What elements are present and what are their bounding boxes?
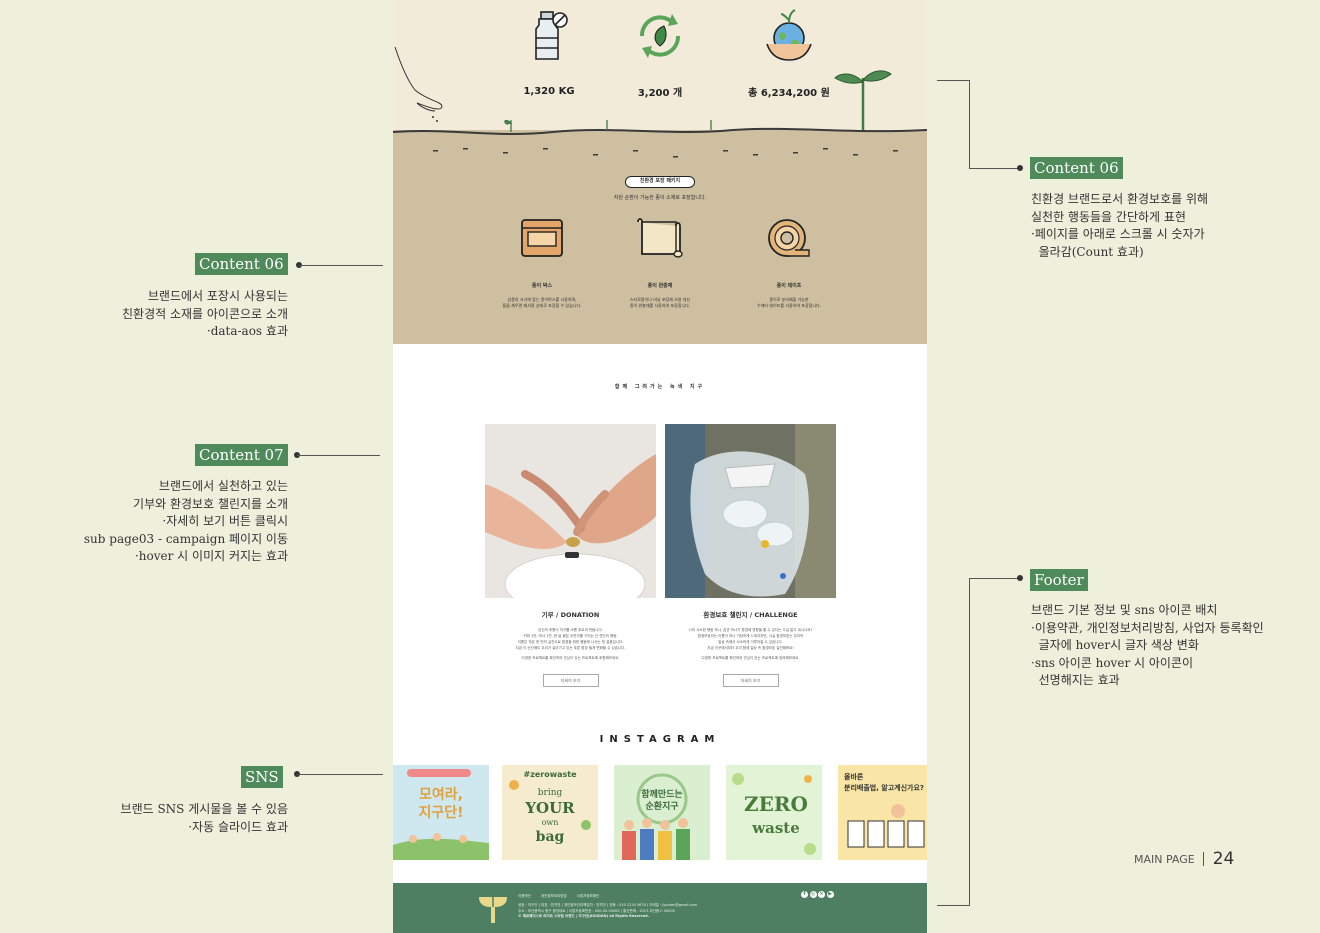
paper-cushion-icon: [637, 218, 683, 258]
instagram-post-text: 모여라,: [419, 786, 463, 803]
instagram-post-text: waste: [751, 819, 800, 837]
site-footer: 이용약관 개인정보처리방침 사업자정보확인 상호 : 지구단 | 대표 : 민지…: [393, 883, 927, 933]
svg-text:YOUR: YOUR: [524, 799, 575, 817]
stat-item: 3,200 개: [590, 8, 730, 99]
connector-dot: [1017, 165, 1023, 171]
earth-hands-icon: [766, 9, 812, 61]
packaging-item: 종이 테이프 종이로 분리배출 가능한 수에터 테이프를 사용하여 포장합니다.: [724, 214, 854, 309]
twitter-icon[interactable]: ×: [818, 891, 825, 898]
instagram-post-text: 순환지구: [645, 800, 678, 812]
page-number: MAIN PAGE 24: [1134, 849, 1235, 869]
connector-dot: [1017, 575, 1023, 581]
campaign-card-challenge[interactable]: 환경보호 챌린지 / CHALLENGE 나의 사소한 행동 하나, 습관 하나…: [665, 424, 836, 687]
instagram-post-text: 지구단!: [418, 804, 463, 821]
annotation-tag-content06-left: Content 06: [195, 253, 288, 275]
brand-logo-icon: [479, 896, 507, 923]
instagram-post[interactable]: 함께만드는 순환지구: [614, 765, 710, 860]
campaign-card-text: 당신의 후원이 지구를 아름 푸르게 만듭니다. 커피 1잔, 마사 1잔, 한…: [515, 628, 626, 660]
packaging-pill: 친환경 포장 패키지: [625, 176, 695, 188]
footer-link-business-info[interactable]: 사업자정보확인: [577, 894, 600, 899]
instagram-icon[interactable]: ◎: [809, 891, 817, 898]
campaign-card-title: 환경보호 챌린지 / CHALLENGE: [703, 611, 798, 619]
challenge-photo[interactable]: [665, 424, 836, 598]
instagram-post-text: 함께만드는: [641, 788, 682, 800]
instagram-post[interactable]: ZERO waste: [726, 765, 822, 860]
youtube-icon[interactable]: ▶: [826, 891, 834, 898]
instagram-post-text: 분리배출법, 알고계신가요?: [844, 783, 924, 792]
instagram-post-text: 올바른: [844, 772, 864, 781]
annotation-tag-content06-right: Content 06: [1030, 157, 1123, 179]
instagram-post-text: ZERO: [744, 792, 808, 816]
instagram-post[interactable]: 올바른 분리배출법, 알고계신가요?: [838, 765, 927, 860]
annotation-tag-sns: SNS: [241, 766, 283, 788]
svg-text:own: own: [542, 818, 559, 827]
campaign-title: 함께 그려가는 녹색 지구: [614, 384, 706, 390]
plastic-bottle-icon: [535, 11, 568, 60]
stats-section: 1,320 KG 3,200 개 총 6,234,200 원: [393, 0, 927, 140]
paper-tape-icon: [768, 219, 810, 257]
packaging-item-title: 종이 테이프: [776, 283, 802, 289]
footer-links: 이용약관 개인정보처리방침 사업자정보확인: [518, 894, 599, 899]
ground-line-illustration: [393, 120, 927, 170]
packaging-item-desc: 스티로폼이나 비닐 포장재 사용 대신 종이 완충재를 사용하여 포장합니다.: [629, 297, 691, 308]
paper-box-icon: [521, 219, 563, 257]
svg-text:bag: bag: [536, 829, 565, 845]
recycle-icon: [639, 14, 681, 58]
instagram-post[interactable]: 모여라, 지구단!: [393, 765, 489, 860]
packaging-subtitle: 자원 순환이 가능한 종이 소재로 포장합니다.: [613, 195, 707, 201]
packaging-item-title: 종이 박스: [531, 283, 553, 289]
stat-value: 3,200 개: [637, 88, 683, 99]
packaging-item-desc: 종이로 분리배출 가능한 수에터 테이프를 사용하여 포장합니다.: [757, 297, 821, 308]
svg-text:bring: bring: [538, 788, 563, 798]
view-more-button[interactable]: 자세히 보기: [722, 674, 779, 687]
donation-photo[interactable]: [485, 424, 656, 598]
footer-link-terms[interactable]: 이용약관: [518, 894, 531, 899]
footer-link-privacy[interactable]: 개인정보처리방침: [541, 894, 567, 899]
annotation-text-sns: 브랜드 SNS 게시물을 볼 수 있음 ·자동 슬라이드 효과: [120, 802, 288, 834]
campaign-card-donation[interactable]: 기부 / DONATION 당신의 후원이 지구를 아름 푸르게 만듭니다. 커…: [485, 424, 656, 687]
packaging-item-desc: 상품의 크기에 맞는 종이박스를 사용하며, 틈을 채우면 재사용 상태로 포장할…: [502, 297, 582, 308]
view-more-button[interactable]: 자세히 보기: [542, 674, 599, 687]
annotation-tag-content07: Content 07: [195, 444, 288, 466]
annotation-text-content07: 브랜드에서 실천하고 있는 기부와 환경보호 챌린지를 소개 ·자세히 보기 버…: [83, 479, 288, 563]
instagram-post-text: #zerowaste: [523, 770, 577, 779]
packaging-item-title: 종이 완충재: [647, 283, 673, 289]
footer-sns: f ◎ × ▶: [801, 891, 834, 898]
facebook-icon[interactable]: f: [801, 891, 808, 898]
annotation-text-footer: 브랜드 기본 정보 및 sns 아이콘 배치 ·이용약관, 개인정보처리방침, …: [1031, 603, 1264, 687]
packaging-item: 종이 박스 상품의 크기에 맞는 종이박스를 사용하며, 틈을 채우면 재사용 상…: [477, 214, 607, 309]
campaign-card-text: 나의 사소한 행동 하나, 습관 하나가 환경에 영향을 줄 수 있다는 사실 …: [688, 628, 813, 660]
instagram-title: INSTAGRAM: [599, 734, 721, 745]
footer-info: 상호 : 지구단 | 대표 : 민지연 | 개인정보관리책임자 : 민지연 | …: [518, 903, 698, 918]
packaging-item: 종이 완충재 스티로폼이나 비닐 포장재 사용 대신 종이 완충재를 사용하여 포…: [595, 214, 725, 309]
campaign-card-title: 기부 / DONATION: [541, 611, 600, 619]
annotation-text-content06-right: 친환경 브랜드로서 환경보호를 위해 실천한 행동들을 간단하게 표현 ·페이지…: [1031, 192, 1209, 259]
annotation-text-content06-left: 브랜드에서 포장시 사용되는 친환경적 소재를 아이콘으로 소개 ·data-a…: [121, 289, 288, 338]
website-mockup: 1,320 KG 3,200 개 총 6,234,200 원 친환경 포장 패키…: [393, 0, 927, 933]
annotation-tag-footer: Footer: [1030, 569, 1088, 591]
instagram-post[interactable]: #zerowaste bring YOUR own bag: [502, 765, 598, 860]
hand-sowing-icon: [394, 46, 443, 122]
